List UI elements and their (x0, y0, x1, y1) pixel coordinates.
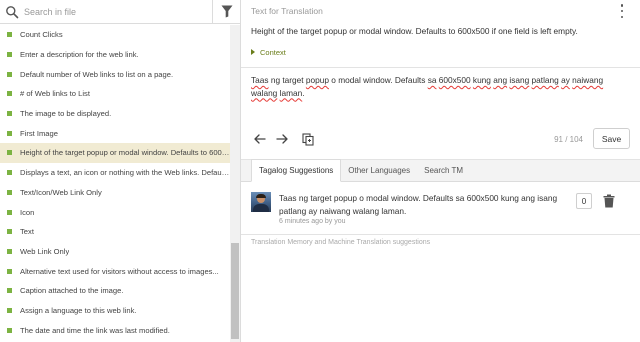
editor-toolbar: 91 / 104 Save (241, 125, 640, 153)
list-item-label: Icon (20, 207, 35, 217)
list-item[interactable]: The date and time the link was last modi… (0, 320, 230, 340)
status-dot-icon (7, 91, 12, 97)
list-item-label: Displays a text, an icon or nothing with… (20, 168, 230, 178)
status-dot-icon (7, 288, 12, 294)
translation-word: patlang (531, 75, 559, 85)
translation-word: Taas (251, 75, 269, 85)
list-item-label: # of Web links to List (20, 89, 90, 99)
list-item[interactable]: Web Link Only (0, 242, 230, 262)
list-item[interactable]: The image to be displayed. (0, 104, 230, 124)
list-item[interactable]: Icon (0, 202, 230, 222)
status-dot-icon (7, 209, 12, 215)
list-item[interactable]: Caption attached to the image. (0, 281, 230, 301)
tab-search-tm[interactable]: Search TM (417, 159, 470, 181)
suggestion-item[interactable]: Taas ng target popup o modal window. Def… (241, 183, 640, 235)
search-input[interactable] (24, 6, 204, 17)
list-item-label: Web Link Only (20, 246, 70, 256)
list-item[interactable]: Alternative text used for visitors witho… (0, 261, 230, 281)
status-dot-icon (7, 52, 12, 58)
status-dot-icon (7, 189, 12, 195)
translation-word: o modal window. Defaults (328, 75, 428, 85)
list-item[interactable]: Height of the target popup or modal wind… (0, 143, 230, 163)
status-dot-icon (7, 111, 12, 117)
translation-word: walang (251, 87, 278, 98)
status-dot-icon (7, 229, 12, 235)
status-dot-icon (7, 150, 12, 156)
list-item-label: First Image (20, 128, 58, 138)
copy-source-icon[interactable] (297, 128, 319, 150)
avatar (251, 192, 271, 212)
translation-word: ng target (268, 75, 306, 85)
suggestion-tabs: Tagalog Suggestions Other Languages Search… (241, 159, 640, 182)
vote-count-badge[interactable]: 0 (576, 193, 592, 209)
list-item[interactable]: Default number of Web links to list on a… (0, 64, 230, 84)
save-button[interactable]: Save (593, 128, 630, 149)
list-item[interactable]: Text (0, 222, 230, 242)
list-item-label: The date and time the link was last modi… (20, 325, 170, 335)
translation-word: laman (279, 87, 303, 98)
tab-other-languages[interactable]: Other Languages (341, 159, 417, 181)
strings-panel: Count Clicks Enter a description for the … (0, 0, 241, 342)
search-icon (5, 5, 19, 19)
translation-word: 600x500 (438, 75, 471, 85)
list-item[interactable]: Displays a text, an icon or nothing with… (0, 163, 230, 183)
list-item-label: Count Clicks (20, 30, 63, 40)
string-list: Count Clicks Enter a description for the … (0, 25, 230, 342)
editor-panel: Text for Translation Height of the targe… (241, 0, 640, 342)
status-dot-icon (7, 170, 12, 176)
scrollbar[interactable] (230, 25, 240, 342)
source-header-label: Text for Translation (251, 6, 323, 16)
context-toggle[interactable]: Context (241, 42, 640, 62)
filter-button[interactable] (212, 0, 240, 24)
trash-icon[interactable] (603, 194, 615, 208)
suggestion-text[interactable]: Taas ng target popup o modal window. Def… (279, 192, 569, 217)
translation-word: . (302, 87, 305, 98)
list-item-label: Text (20, 227, 34, 237)
status-dot-icon (7, 268, 12, 274)
translation-word: kung (472, 75, 491, 85)
filter-icon (221, 5, 233, 20)
status-dot-icon (7, 307, 12, 313)
tab-tagalog-suggestions[interactable]: Tagalog Suggestions (251, 159, 342, 182)
translation-word: naiwang (572, 75, 604, 85)
tm-note: Translation Memory and Machine Translati… (251, 239, 431, 246)
list-item[interactable]: Text/Icon/Web Link Only (0, 183, 230, 203)
translation-word: popup (305, 75, 329, 85)
status-dot-icon (7, 71, 12, 77)
kebab-menu-icon[interactable] (619, 4, 625, 18)
arrow-right-icon[interactable] (271, 128, 293, 150)
list-item-label: Assign a language to this web link. (20, 305, 137, 315)
arrow-left-icon[interactable] (249, 128, 271, 150)
list-item-label: Height of the target popup or modal wind… (20, 148, 230, 158)
search-bar (0, 0, 240, 24)
list-item[interactable]: Assign a language to this web link. (0, 301, 230, 321)
scrollbar-thumb[interactable] (231, 243, 239, 339)
status-dot-icon (7, 327, 12, 333)
translation-editor[interactable]: Taas ng target popup o modal window. Def… (241, 68, 640, 125)
source-header: Text for Translation (241, 0, 640, 22)
suggestion-meta: 6 minutes ago by you (279, 218, 346, 225)
list-item[interactable]: Enter a description for the web link. (0, 45, 230, 65)
translation-word: isang (509, 75, 530, 85)
caret-right-icon (251, 49, 255, 55)
translation-word: ang (493, 75, 508, 85)
list-item[interactable]: Count Clicks (0, 25, 230, 45)
list-item[interactable]: First Image (0, 123, 230, 143)
translation-word: ay (561, 75, 570, 85)
status-dot-icon (7, 130, 12, 136)
status-dot-icon (7, 248, 12, 254)
list-item-label: Default number of Web links to list on a… (20, 69, 174, 79)
string-counter: 91 / 104 (554, 134, 583, 144)
list-item-label: Text/Icon/Web Link Only (20, 187, 102, 197)
list-item[interactable]: # of Web links to List (0, 84, 230, 104)
list-item-label: Enter a description for the web link. (20, 50, 139, 60)
source-text: Height of the target popup or modal wind… (251, 26, 578, 36)
context-label: Context (260, 47, 286, 57)
status-dot-icon (7, 32, 12, 38)
list-item-label: Alternative text used for visitors witho… (20, 266, 219, 276)
list-item-label: Caption attached to the image. (20, 286, 124, 296)
list-item-label: The image to be displayed. (20, 109, 112, 119)
